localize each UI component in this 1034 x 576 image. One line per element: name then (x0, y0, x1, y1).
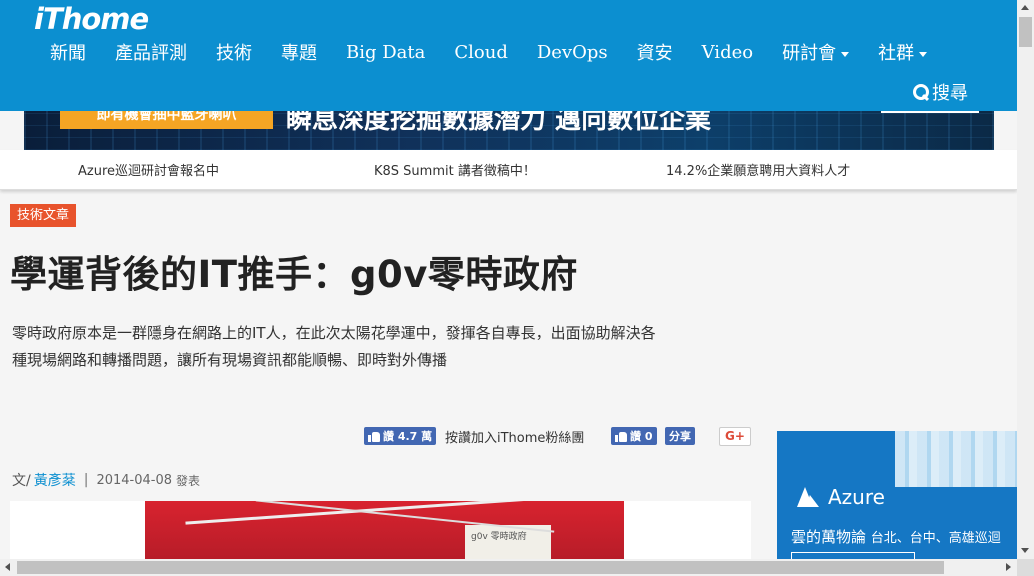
search-button[interactable]: 搜尋 (912, 79, 968, 105)
thumbs-up-icon (615, 431, 627, 442)
ticker-item[interactable]: Azure巡迴研討會報名中 (78, 160, 219, 179)
scrollbar-corner (1017, 559, 1034, 576)
meta-divider: | (83, 472, 89, 488)
facebook-like-button[interactable]: 讚 0 (611, 427, 657, 445)
nav-seminars[interactable]: 研討會 (782, 39, 850, 65)
city-skyline-image (895, 431, 1017, 487)
publish-date: 2014-04-08 (96, 472, 172, 488)
search-icon (912, 83, 930, 101)
news-ticker: Azure巡迴研討會報名中 K8S Summit 講者徵稿中！ 14.2%企業願… (0, 150, 1017, 190)
article-image-container: g0v 零時政府 (10, 501, 751, 561)
scroll-up-arrow-icon[interactable] (1021, 5, 1029, 10)
google-plus-button[interactable]: G+ (719, 427, 751, 446)
g0v-sign: g0v 零時政府 (465, 525, 551, 561)
scroll-right-arrow-icon[interactable] (1006, 563, 1011, 571)
nav-features[interactable]: 專題 (281, 39, 317, 65)
site-logo[interactable]: iThome (34, 2, 149, 36)
scroll-left-arrow-icon[interactable] (5, 563, 10, 571)
nav-big-data[interactable]: Big Data (346, 42, 425, 63)
nav-devops[interactable]: DevOps (537, 42, 608, 63)
horizontal-scrollbar[interactable] (0, 559, 1017, 576)
author-prefix: 文/ (12, 473, 31, 489)
thumbs-up-icon (368, 431, 380, 442)
nav-security[interactable]: 資安 (637, 39, 673, 65)
facebook-page-text: 按讚加入iThome粉絲團 (445, 431, 585, 446)
nav-community[interactable]: 社群 (878, 39, 928, 65)
author-link[interactable]: 黃彥棻 (34, 470, 76, 490)
article-summary: 零時政府原本是一群隱身在網路上的IT人，在此次太陽花學運中，發揮各自專長，出面協… (12, 324, 656, 369)
article-image: g0v 零時政府 (145, 501, 624, 561)
ticker-item[interactable]: K8S Summit 講者徵稿中！ (374, 160, 536, 179)
caret-down-icon (841, 51, 850, 57)
publish-date-suffix: 發表 (176, 473, 201, 488)
site-header: iThome 新聞 產品評測 技術 專題 Big Data Cloud DevO… (0, 0, 1017, 111)
nav-video[interactable]: Video (702, 42, 753, 63)
facebook-share-button[interactable]: 分享 (665, 427, 695, 445)
search-label: 搜尋 (932, 83, 968, 104)
azure-logo: Azure (797, 485, 885, 509)
nav-news[interactable]: 新聞 (50, 39, 86, 65)
azure-icon (797, 487, 819, 507)
main-nav: 新聞 產品評測 技術 專題 Big Data Cloud DevOps 資安 V… (50, 39, 956, 65)
nav-reviews[interactable]: 產品評測 (115, 39, 187, 65)
azure-sidebar-ad[interactable]: Azure 雲的萬物論 台北、台中、高雄巡迴 (777, 431, 1017, 561)
nav-cloud[interactable]: Cloud (454, 42, 507, 63)
vertical-scroll-thumb[interactable] (1019, 17, 1032, 47)
caret-down-icon (919, 51, 928, 57)
article-title: 學運背後的IT推手：g0v零時政府 (10, 253, 578, 296)
vertical-scrollbar[interactable] (1017, 0, 1034, 559)
nav-tech[interactable]: 技術 (216, 39, 252, 65)
category-tag[interactable]: 技術文章 (10, 204, 77, 227)
ad-headline: 雲的萬物論 台北、台中、高雄巡迴 (791, 528, 1001, 546)
scroll-down-arrow-icon[interactable] (1021, 548, 1029, 553)
facebook-page-like-button[interactable]: 讚 4.7 萬 (364, 427, 437, 445)
horizontal-scroll-thumb[interactable] (17, 561, 944, 574)
ticker-item[interactable]: 14.2%企業願意聘用大資料人才 (666, 160, 850, 179)
article-meta: 文/ 黃彥棻 | 2014-04-08 發表 (12, 470, 200, 490)
banner-ad[interactable]: 即有機會抽中藍牙喇叭 瞬息深度挖掘數據潛力 邁向數位企業 (24, 105, 994, 150)
